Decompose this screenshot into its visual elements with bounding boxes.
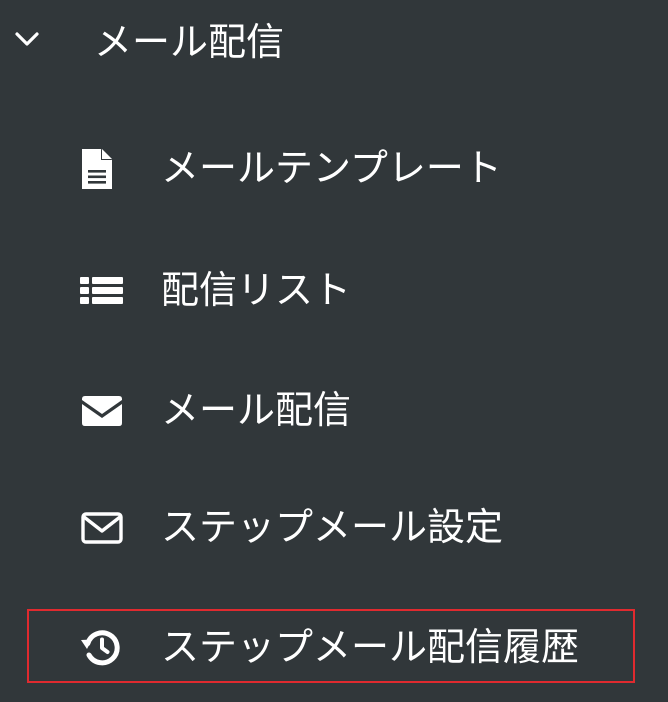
menu-item-step-mail-history[interactable]: ステップメール配信履歴 bbox=[0, 597, 668, 697]
envelope-filled-icon bbox=[72, 385, 132, 435]
history-icon bbox=[72, 622, 132, 672]
menu-item-label: ステップメール設定 bbox=[161, 505, 504, 549]
menu-item-delivery-list[interactable]: 配信リスト bbox=[0, 240, 668, 340]
menu-item-label: メールテンプレート bbox=[161, 146, 502, 190]
chevron-down-icon[interactable] bbox=[13, 27, 41, 51]
menu-item-label: メール配信 bbox=[161, 388, 352, 432]
section-header-mail-delivery[interactable]: メール配信 bbox=[0, 0, 668, 86]
menu-item-step-mail-settings[interactable]: ステップメール設定 bbox=[0, 477, 668, 577]
menu-item-label: 配信リスト bbox=[161, 268, 352, 312]
document-icon bbox=[72, 143, 132, 193]
sidebar-menu: メール配信 メールテンプレート 配信リスト メール配信 ステップメール設定 ステ… bbox=[0, 0, 668, 702]
menu-item-label: ステップメール配信履歴 bbox=[161, 625, 580, 669]
menu-item-mail-template[interactable]: メールテンプレート bbox=[0, 118, 668, 218]
envelope-outline-icon bbox=[72, 502, 132, 552]
menu-item-mail-delivery[interactable]: メール配信 bbox=[0, 360, 668, 460]
section-title: メール配信 bbox=[94, 20, 285, 64]
list-icon bbox=[72, 265, 132, 315]
